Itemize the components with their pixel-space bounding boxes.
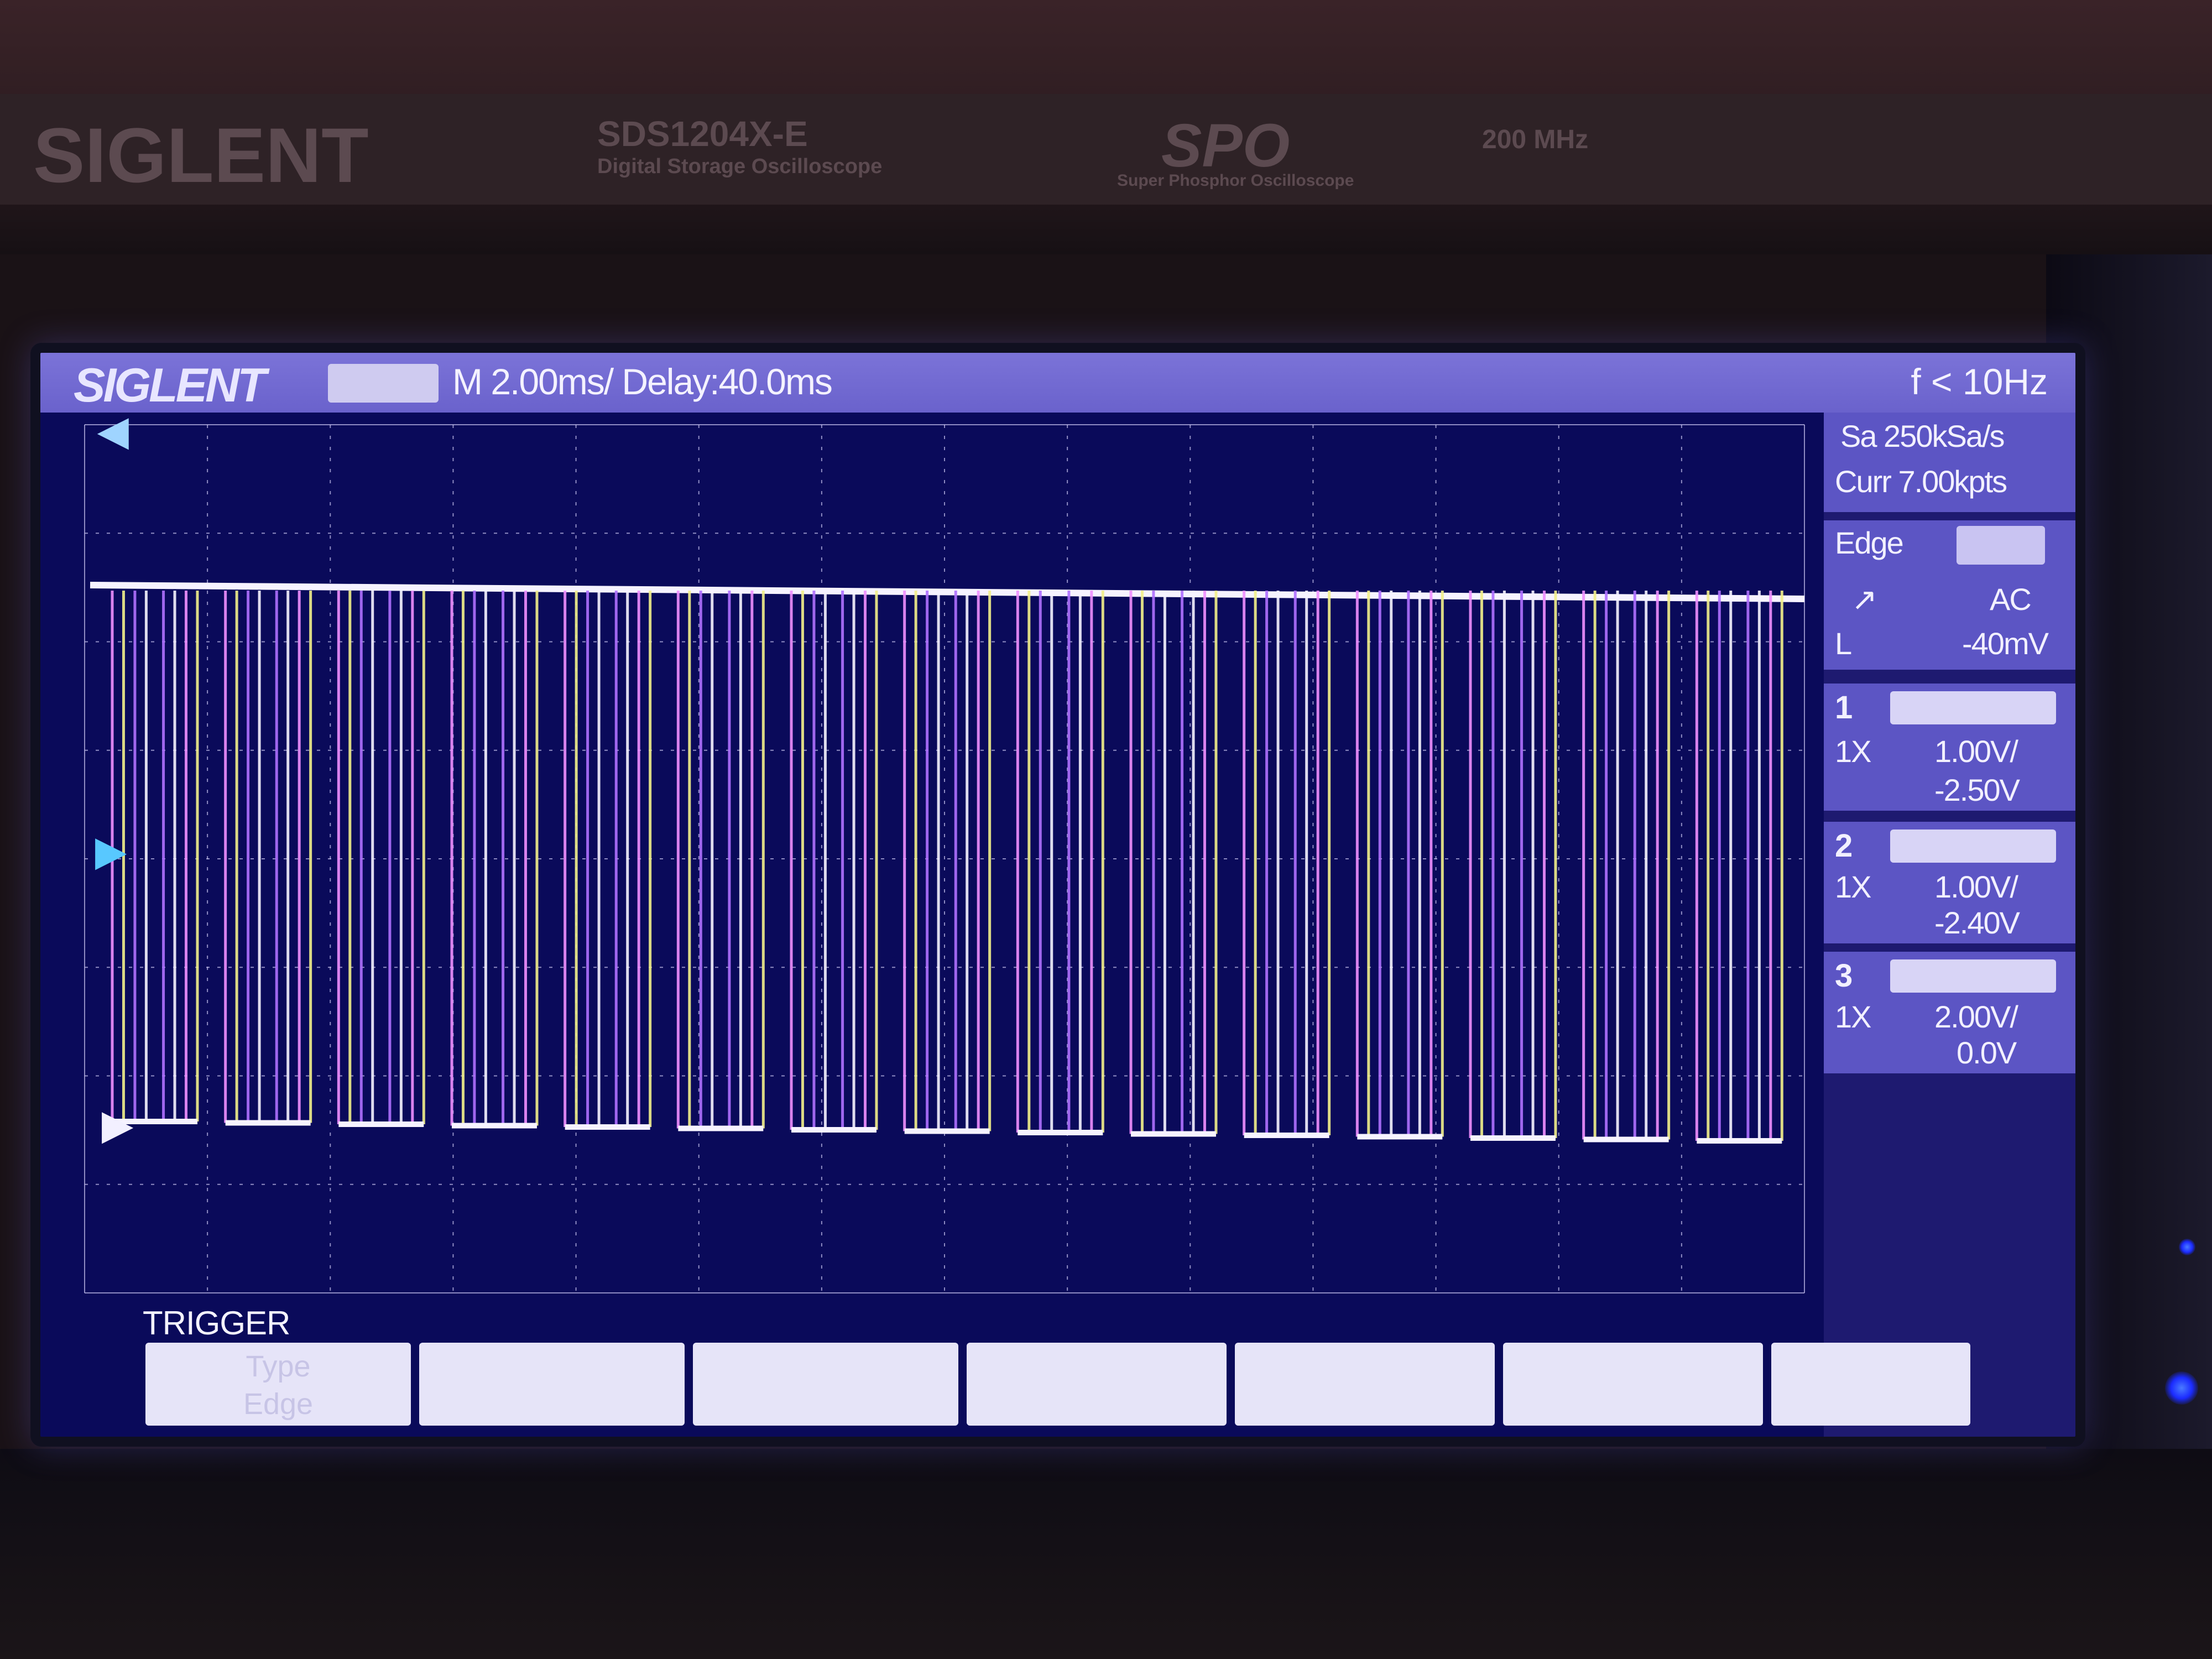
bezel-bandwidth: 200 MHz <box>1482 125 1589 154</box>
waveform-traces <box>90 582 1805 1144</box>
left-triangle-icon: ◀ <box>98 409 128 452</box>
bezel-subtitle: Digital Storage Oscilloscope <box>597 155 883 178</box>
channel-1-info[interactable]: 1 1X 1.00V/ -2.50V <box>1824 684 2075 811</box>
instrument-bezel-bottom <box>0 1449 2212 1659</box>
trigger-info[interactable]: Edge ↗ AC L -40mV <box>1824 520 2075 670</box>
spo-subtitle: Super Phosphor Oscilloscope <box>1117 171 1354 190</box>
vertical-scale: 1.00V/ <box>1934 869 2018 904</box>
brand-strip: SIGLENT SDS1204X-E Digital Storage Oscil… <box>0 94 2212 205</box>
waveform-display[interactable] <box>40 353 1824 1437</box>
graticule <box>84 424 1805 1293</box>
vertical-scale: 1.00V/ <box>1934 734 2018 769</box>
acquisition-info: Sa 250kSa/s Curr 7.00kpts <box>1824 413 2075 512</box>
probe-attenuation: 1X <box>1835 869 1871 904</box>
trigger-source-badge <box>1957 526 2045 565</box>
right-arrow-icon: ▶ <box>96 830 126 873</box>
vertical-offset: 0.0V <box>1957 1035 2017 1070</box>
probe-attenuation: 1X <box>1835 734 1871 769</box>
channel-number: 2 <box>1835 828 1853 864</box>
channel-3-badge <box>1890 959 2056 993</box>
channel-2-info[interactable]: 2 1X 1.00V/ -2.40V <box>1824 822 2075 943</box>
trace-high-level <box>90 582 1805 602</box>
vertical-offset: -2.40V <box>1934 905 2020 940</box>
softkey-6[interactable] <box>1503 1343 1763 1426</box>
trigger-frequency-readout: f < 10Hz <box>1911 361 2048 402</box>
channel-3-info[interactable]: 3 1X 2.00V/ 0.0V <box>1824 952 2075 1073</box>
softkey-7[interactable] <box>1771 1343 1970 1426</box>
channel-1-badge <box>1890 691 2056 724</box>
vertical-offset: -2.50V <box>1934 773 2020 807</box>
softkey-label: Type <box>246 1350 311 1383</box>
oscilloscope-screen: SIGLENT M 2.00ms/ Delay:40.0ms f < 10Hz … <box>30 343 2085 1447</box>
menu-title: TRIGGER <box>143 1305 290 1342</box>
trigger-level: -40mV <box>1962 626 2049 661</box>
spo-logo: SPO <box>1161 112 1290 180</box>
softkey-5[interactable] <box>1235 1343 1495 1426</box>
softkey-3[interactable] <box>693 1343 958 1426</box>
trigger-coupling: AC <box>1990 582 2032 617</box>
trigger-level-label: L <box>1835 626 1852 661</box>
channel-number: 3 <box>1835 958 1853 994</box>
bezel-brand-logo: SIGLENT <box>33 112 369 199</box>
trigger-type: Edge <box>1835 525 1904 560</box>
softkey-value: Edge <box>243 1387 314 1421</box>
side-button-led[interactable] <box>2179 1239 2195 1255</box>
channel-2-badge <box>1890 830 2056 863</box>
right-arrow-icon: ▶ <box>102 1103 132 1146</box>
probe-attenuation: 1X <box>1835 999 1871 1034</box>
softkey-2[interactable] <box>419 1343 685 1426</box>
sample-rate: Sa 250kSa/s <box>1840 419 2005 453</box>
rising-edge-icon: ↗ <box>1851 582 1877 617</box>
memory-depth: Curr 7.00kpts <box>1835 464 2007 499</box>
info-panel: Sa 250kSa/s Curr 7.00kpts Edge ↗ AC L -4… <box>1824 413 2075 1437</box>
vertical-scale: 2.00V/ <box>1934 999 2018 1034</box>
side-button-led[interactable] <box>2165 1371 2198 1405</box>
softkey-1[interactable]: Type Edge <box>145 1343 411 1426</box>
bezel-model: SDS1204X-E <box>597 114 808 154</box>
softkey-4[interactable] <box>967 1343 1227 1426</box>
channel-number: 1 <box>1835 690 1853 726</box>
